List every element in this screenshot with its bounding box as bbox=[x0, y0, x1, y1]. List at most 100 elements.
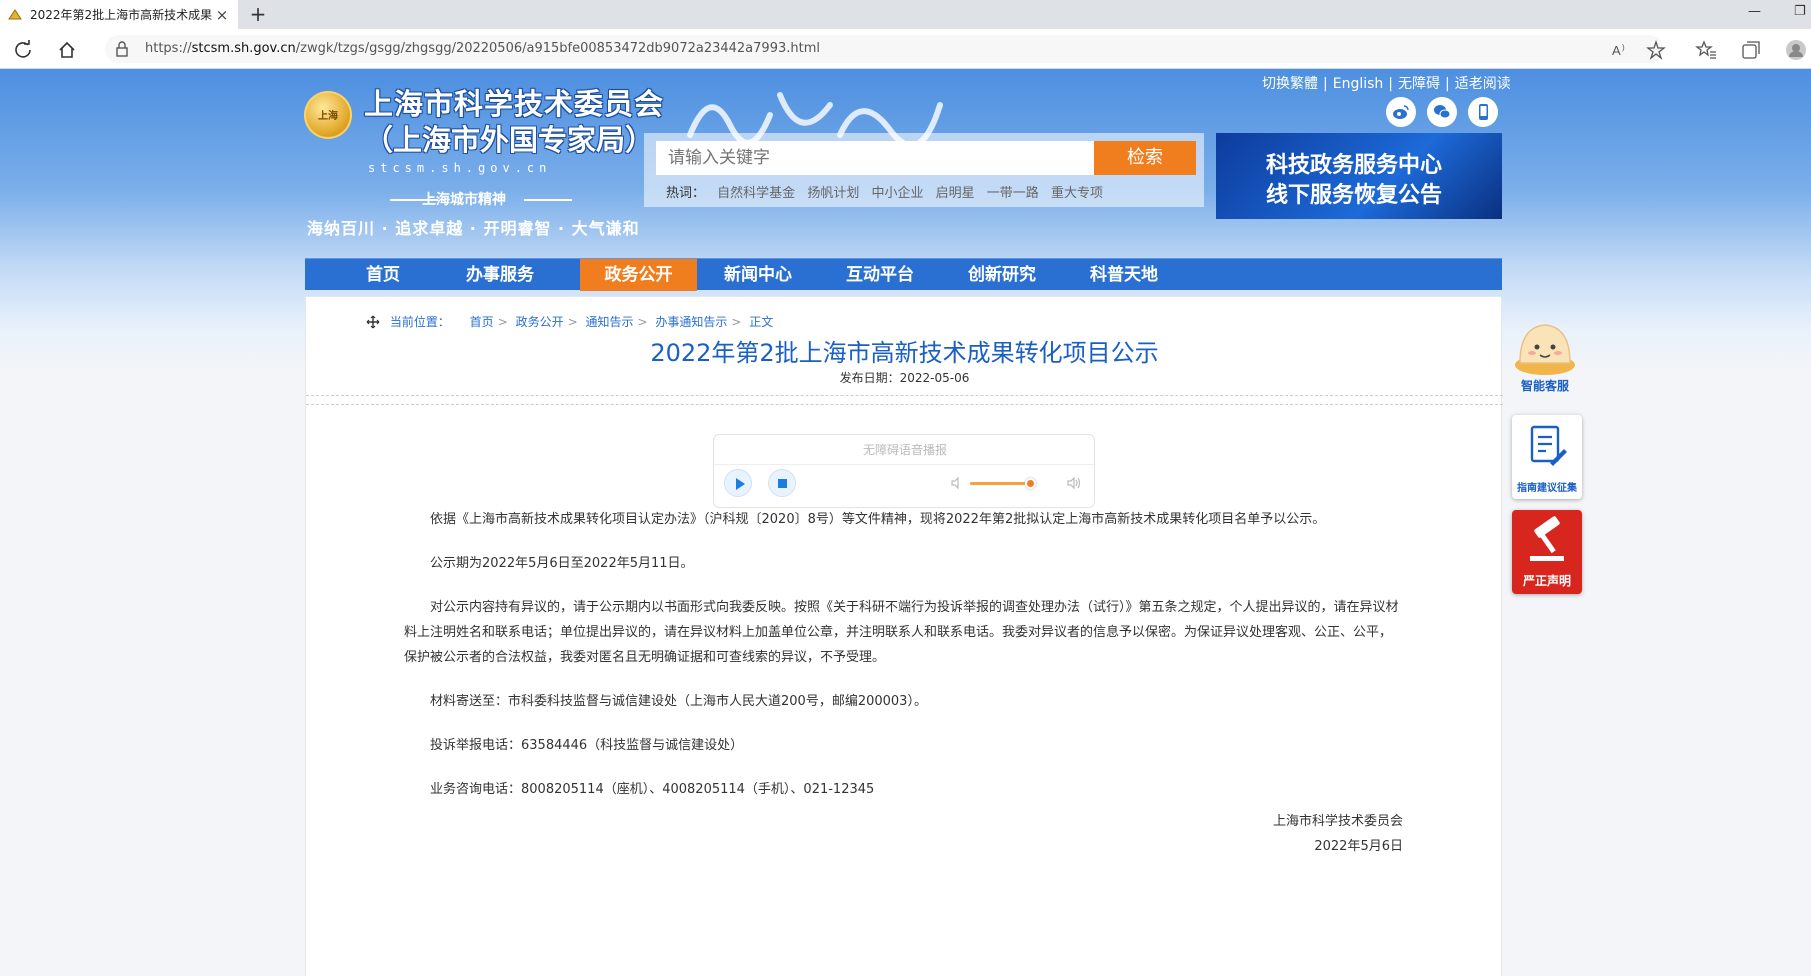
url-text: https://stcsm.sh.gov.cn/zwgk/tzgs/gsgg/z… bbox=[145, 41, 820, 56]
tab-title: 2022年第2批上海市高新技术成果 bbox=[30, 8, 213, 22]
breadcrumb-home[interactable]: 首页 bbox=[470, 315, 494, 329]
service-notice-banner[interactable]: 科技政务服务中心 线下服务恢复公告 bbox=[1216, 133, 1502, 219]
location-icon bbox=[366, 315, 380, 329]
hot-word-link[interactable]: 扬帆计划 bbox=[807, 186, 859, 201]
guide-feedback-label: 指南建议征集 bbox=[1517, 483, 1577, 494]
web-page: 上海 上海市科学技术委员会 （上海市外国专家局） stcsm.sh.gov.cn… bbox=[0, 69, 1811, 976]
url-host: stcsm.sh.gov.cn bbox=[191, 41, 296, 56]
main-nav: 首页 办事服务 政务公开 新闻中心 互动平台 创新研究 科普天地 bbox=[305, 258, 1502, 291]
refresh-icon[interactable] bbox=[12, 39, 34, 61]
svg-text:A: A bbox=[1612, 43, 1621, 58]
volume-low-icon[interactable] bbox=[950, 476, 964, 490]
divider bbox=[524, 199, 572, 201]
hot-words-label: 热词： bbox=[666, 186, 706, 201]
browser-tab[interactable]: 2022年第2批上海市高新技术成果 × bbox=[0, 0, 238, 29]
search-button[interactable]: 检索 bbox=[1094, 141, 1196, 175]
breadcrumb-service-notices[interactable]: 办事通知告示 bbox=[655, 315, 727, 329]
breadcrumb-gov-info[interactable]: 政务公开 bbox=[516, 315, 564, 329]
article-title: 2022年第2批上海市高新技术成果转化项目公示 bbox=[650, 339, 1159, 367]
city-spirit-slogan: 海纳百川 · 追求卓越 · 开明睿智 · 大气谦和 bbox=[307, 219, 640, 238]
new-tab-button[interactable]: + bbox=[246, 2, 270, 26]
hot-word-link[interactable]: 重大专项 bbox=[1051, 186, 1103, 201]
breadcrumb-notices[interactable]: 通知告示 bbox=[585, 315, 633, 329]
paragraph: 依据《上海市高新技术成果转化项目认定办法》（沪科规〔2020〕8号）等文件精神，… bbox=[430, 512, 1326, 527]
hot-words: 热词： 自然科学基金 扬帆计划 中小企业 启明星 一带一路 重大专项 bbox=[666, 182, 1103, 201]
solemn-statement-widget[interactable]: 严正声明 bbox=[1512, 510, 1582, 594]
guide-feedback-widget[interactable]: 指南建议征集 bbox=[1512, 415, 1582, 499]
mobile-icon[interactable] bbox=[1468, 97, 1498, 127]
stop-icon bbox=[778, 479, 787, 488]
article-body: 依据《上海市高新技术成果转化项目认定办法》（沪科规〔2020〕8号）等文件精神，… bbox=[404, 507, 1404, 821]
play-button[interactable] bbox=[724, 469, 752, 497]
signature-org: 上海市科学技术委员会 bbox=[1272, 814, 1403, 829]
add-favorite-icon[interactable] bbox=[1645, 39, 1667, 61]
breadcrumb-label: 当前位置： bbox=[389, 315, 450, 329]
article-panel: 当前位置： 首页 > 政务公开 > 通知告示 > 办事通知告示 > 正文 2022年第2… bbox=[305, 296, 1503, 976]
smart-service-widget[interactable]: 智能客服 bbox=[1510, 315, 1580, 393]
link-accessibility[interactable]: 无障碍 bbox=[1398, 76, 1440, 92]
link-english[interactable]: English bbox=[1333, 76, 1384, 92]
audio-caption: 无障碍语音播报 bbox=[714, 441, 1096, 465]
url-path: /zwgk/tzgs/gsgg/zhgsgg/20220506/a915bfe0… bbox=[295, 41, 820, 56]
nav-news[interactable]: 新闻中心 bbox=[697, 259, 819, 291]
breadcrumb: 当前位置： 首页 > 政务公开 > 通知告示 > 办事通知告示 > 正文 bbox=[366, 313, 773, 330]
paragraph: 业务咨询电话：8008205114（座机）、4008205114（手机）、021… bbox=[430, 782, 875, 797]
breadcrumb-current: 正文 bbox=[749, 315, 774, 329]
nav-gov-info[interactable]: 政务公开 bbox=[580, 259, 697, 291]
gavel-icon bbox=[1530, 516, 1564, 561]
smart-service-label: 智能客服 bbox=[1520, 379, 1569, 393]
org-name-line2: （上海市外国专家局） bbox=[364, 123, 655, 157]
signature-date: 2022年5月6日 bbox=[1314, 839, 1403, 854]
url-field[interactable]: https://stcsm.sh.gov.cn/zwgk/tzgs/gsgg/z… bbox=[105, 35, 1663, 63]
volume-knob[interactable] bbox=[1025, 478, 1036, 489]
nav-services[interactable]: 办事服务 bbox=[441, 259, 559, 291]
restore-icon[interactable]: ❐ bbox=[1794, 4, 1806, 19]
publish-date: 发布日期：2022-05-06 bbox=[839, 371, 970, 385]
wechat-icon[interactable] bbox=[1427, 97, 1457, 127]
hot-word-link[interactable]: 自然科学基金 bbox=[717, 186, 795, 201]
divider bbox=[306, 404, 1503, 405]
government-emblem-logo: 上海 bbox=[304, 91, 352, 139]
search-panel: 检索 热词： 自然科学基金 扬帆计划 中小企业 启明星 一带一路 重大专项 bbox=[644, 133, 1204, 207]
document-edit-icon bbox=[1530, 425, 1567, 466]
nav-science-pop[interactable]: 科普天地 bbox=[1063, 259, 1185, 291]
top-links: 切换繁體 | English | 无障碍 | 适老阅读 bbox=[1262, 76, 1511, 92]
favorites-icon[interactable] bbox=[1695, 39, 1717, 61]
profile-avatar-icon[interactable] bbox=[1785, 39, 1807, 61]
site-domain: stcsm.sh.gov.cn bbox=[368, 161, 552, 175]
nav-home[interactable]: 首页 bbox=[325, 259, 441, 291]
svg-text:): ) bbox=[1622, 43, 1625, 52]
paragraph: 投诉举报电话：63584446（科技监督与诚信建设处） bbox=[430, 738, 744, 753]
lock-icon bbox=[116, 41, 128, 57]
collections-icon[interactable] bbox=[1740, 39, 1762, 61]
divider bbox=[306, 395, 1503, 396]
hot-word-link[interactable]: 一带一路 bbox=[987, 186, 1039, 201]
paragraph: 材料寄送至：市科委科技监督与诚信建设处（上海市人民大道200号，邮编200003… bbox=[430, 694, 927, 709]
link-elderly-mode[interactable]: 适老阅读 bbox=[1455, 76, 1511, 92]
read-aloud-icon[interactable]: A) bbox=[1610, 39, 1632, 61]
hot-word-link[interactable]: 启明星 bbox=[936, 186, 975, 201]
url-scheme: https:// bbox=[145, 41, 192, 56]
volume-high-icon[interactable] bbox=[1066, 475, 1082, 491]
signature-block: 上海市科学技术委员会 2022年5月6日 bbox=[306, 809, 1403, 859]
audio-player: 无障碍语音播报 bbox=[713, 434, 1096, 508]
search-input[interactable] bbox=[656, 141, 1098, 175]
link-traditional[interactable]: 切换繁體 bbox=[1262, 76, 1318, 92]
browser-tabbar: 2022年第2批上海市高新技术成果 × + — ❐ bbox=[0, 0, 1811, 29]
home-icon[interactable] bbox=[56, 39, 78, 61]
stop-button[interactable] bbox=[768, 469, 796, 497]
weibo-icon[interactable] bbox=[1386, 97, 1416, 127]
play-icon bbox=[736, 478, 745, 490]
nav-research[interactable]: 创新研究 bbox=[941, 259, 1063, 291]
nav-interaction[interactable]: 互动平台 bbox=[819, 259, 941, 291]
hot-word-link[interactable]: 中小企业 bbox=[871, 186, 923, 201]
address-bar: https://stcsm.sh.gov.cn/zwgk/tzgs/gsgg/z… bbox=[0, 29, 1811, 69]
banner-line1: 科技政务服务中心 bbox=[1266, 153, 1443, 178]
solemn-statement-label: 严正声明 bbox=[1522, 574, 1571, 588]
paragraph: 对公示内容持有异议的，请于公示期内以书面形式向我委反映。按照《关于科研不端行为投… bbox=[404, 600, 1399, 665]
minimize-icon[interactable]: — bbox=[1748, 4, 1761, 19]
site-favicon-icon bbox=[8, 8, 22, 19]
spirit-title: 上海城市精神 bbox=[422, 192, 506, 208]
paragraph: 公示期为2022年5月6日至2022年5月11日。 bbox=[430, 556, 694, 571]
tab-close-icon[interactable]: × bbox=[214, 6, 230, 24]
